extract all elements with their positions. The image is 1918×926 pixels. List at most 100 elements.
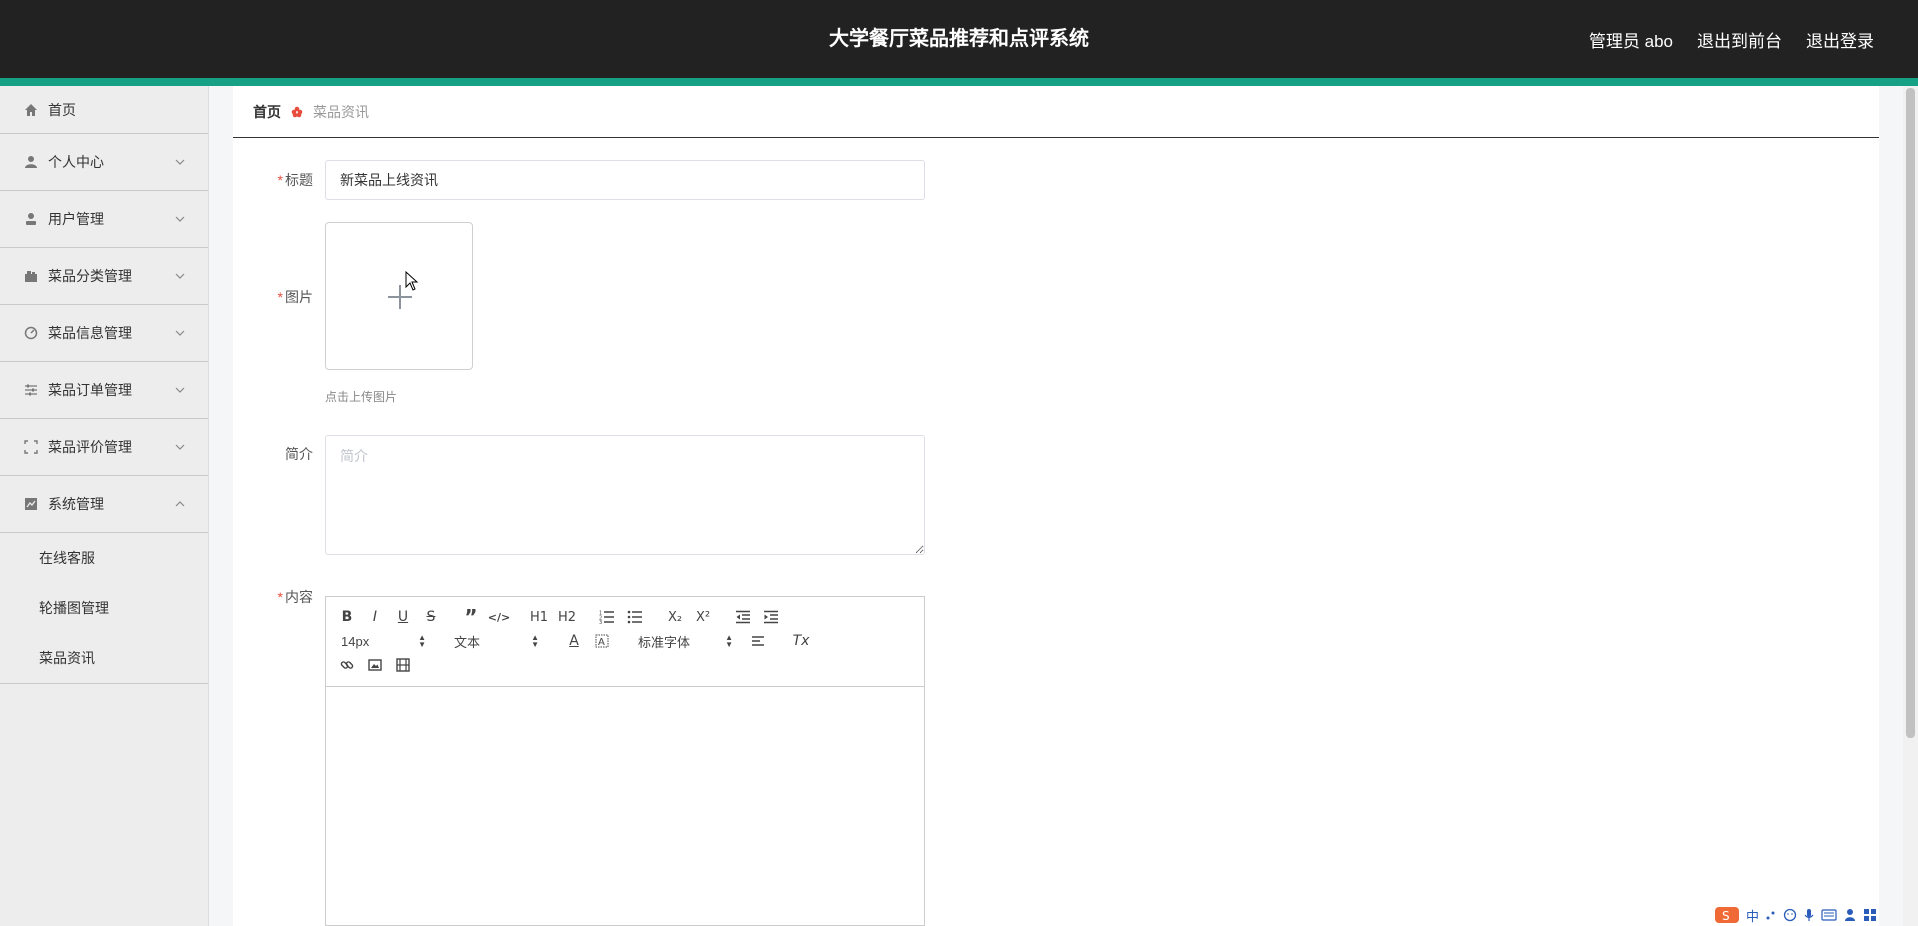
bold-button[interactable]: B	[336, 607, 358, 627]
sidebar-item-category-management[interactable]: 菜品分类管理	[0, 248, 208, 305]
plus-icon-vertical	[399, 285, 401, 309]
image-button[interactable]	[364, 655, 386, 675]
sidebar-item-label: 系统管理	[48, 496, 104, 512]
font-family-value: 标准字体	[638, 634, 691, 650]
svg-text:3: 3	[599, 620, 602, 624]
ime-toolbar: S 中	[1708, 904, 1918, 926]
header-select[interactable]: 文本 ▲ ▼	[454, 631, 539, 651]
chevron-down-icon	[175, 387, 185, 393]
punctuation-icon[interactable]	[1765, 909, 1777, 921]
indent-button[interactable]	[760, 607, 782, 627]
code-block-button[interactable]: </>	[488, 607, 510, 627]
background-color-button[interactable]: A	[591, 631, 613, 651]
video-button[interactable]	[392, 655, 414, 675]
italic-button[interactable]: I	[364, 607, 386, 627]
sidebar-subitem-online-service[interactable]: 在线客服	[0, 533, 208, 583]
chevron-down-icon	[175, 273, 185, 279]
chevron-down-icon	[175, 330, 185, 336]
title-input[interactable]	[325, 160, 925, 200]
chevron-down-icon	[175, 159, 185, 165]
select-arrows-icon: ▲ ▼	[531, 633, 539, 649]
system-submenu: 在线客服 轮播图管理 菜品资讯	[0, 533, 208, 684]
sidebar-item-home[interactable]: 首页	[0, 86, 208, 134]
sidebar-item-label: 首页	[48, 101, 76, 118]
clean-format-button[interactable]: Tx	[790, 631, 812, 651]
logout-link[interactable]: 退出登录	[1806, 27, 1874, 52]
intro-textarea[interactable]	[325, 435, 925, 555]
superscript-button[interactable]: X²	[692, 607, 714, 627]
font-family-select[interactable]: 标准字体 ▲ ▼	[638, 631, 733, 651]
rich-text-editor: B I U S ” </> H1 H2 123 X₂ X² 14px ▲ ▼ 文…	[325, 596, 925, 926]
microphone-icon[interactable]	[1803, 908, 1815, 922]
title-label-text: 标题	[285, 172, 313, 188]
blockquote-button[interactable]: ”	[460, 605, 482, 629]
image-label-text: 图片	[285, 289, 313, 305]
admin-user-label: 管理员 abo	[1588, 31, 1673, 51]
go-front-link[interactable]: 退出到前台	[1697, 27, 1782, 52]
toolbox-icon[interactable]	[1863, 908, 1877, 922]
sidebar-item-label: 菜品分类管理	[48, 268, 132, 284]
bullet-list-button[interactable]	[624, 607, 646, 627]
keyboard-icon[interactable]	[1821, 909, 1837, 921]
chevron-down-icon	[175, 444, 185, 450]
font-size-value: 14px	[341, 633, 370, 649]
align-button[interactable]	[747, 631, 769, 651]
editor-content-area[interactable]	[326, 688, 924, 925]
sidebar: 首页 个人中心 用户管理 菜品分类管理 菜品信息管理 菜品订单管理 菜品评价管理…	[0, 86, 209, 926]
video-icon	[396, 658, 410, 672]
editor-toolbar: B I U S ” </> H1 H2 123 X₂ X² 14px ▲ ▼ 文…	[326, 597, 924, 687]
text-color-button[interactable]: A	[563, 631, 585, 651]
subscript-button[interactable]: X₂	[664, 607, 686, 627]
sidebar-subitem-dish-news[interactable]: 菜品资讯	[0, 633, 208, 683]
sidebar-item-label: 菜品信息管理	[48, 325, 132, 341]
ordered-list-button[interactable]: 123	[596, 607, 618, 627]
chevron-up-icon	[175, 501, 185, 507]
link-icon	[340, 661, 354, 669]
fullscreen-icon	[24, 440, 38, 454]
page-scrollbar[interactable]	[1903, 86, 1918, 926]
indent-icon	[764, 610, 778, 624]
skin-icon[interactable]	[1843, 908, 1857, 922]
sidebar-item-review-management[interactable]: 菜品评价管理	[0, 419, 208, 476]
sidebar-item-label: 菜品订单管理	[48, 382, 132, 398]
background-color-icon: A	[595, 634, 609, 648]
sidebar-item-order-management[interactable]: 菜品订单管理	[0, 362, 208, 419]
upload-hint: 点击上传图片	[325, 390, 398, 404]
required-mark: *	[277, 172, 283, 188]
sidebar-subitem-carousel[interactable]: 轮播图管理	[0, 583, 208, 633]
strike-button[interactable]: S	[420, 607, 442, 627]
sidebar-item-system-management[interactable]: 系统管理	[0, 476, 208, 533]
underline-button[interactable]: U	[392, 607, 414, 627]
breadcrumb-home[interactable]: 首页	[253, 102, 281, 122]
select-arrows-icon: ▲ ▼	[418, 633, 426, 649]
required-mark: *	[277, 589, 283, 605]
svg-text:A: A	[598, 637, 605, 648]
header-accent-line	[0, 78, 1918, 86]
outdent-button[interactable]	[732, 607, 754, 627]
scrollbar-thumb[interactable]	[1906, 88, 1915, 738]
sidebar-item-personal-center[interactable]: 个人中心	[0, 134, 208, 191]
sidebar-item-label: 用户管理	[48, 211, 104, 227]
dashboard-icon	[24, 326, 38, 340]
header1-button[interactable]: H1	[528, 607, 550, 627]
category-icon	[24, 269, 38, 283]
flower-icon	[291, 106, 303, 118]
sidebar-item-user-management[interactable]: 用户管理	[0, 191, 208, 248]
font-size-select[interactable]: 14px ▲ ▼	[341, 631, 426, 651]
user-icon	[24, 155, 38, 169]
image-icon	[368, 659, 382, 671]
emoji-icon[interactable]	[1783, 908, 1797, 922]
link-button[interactable]	[336, 655, 358, 675]
image-label: * 图片	[233, 287, 313, 307]
title-label: * 标题	[233, 170, 313, 190]
ordered-list-icon: 123	[599, 611, 614, 624]
header-links: 管理员 abo 退出到前台 退出登录	[1589, 0, 1874, 78]
bullet-list-icon	[627, 610, 642, 624]
outdent-icon	[736, 610, 750, 624]
align-left-icon	[752, 636, 764, 646]
breadcrumb: 首页 菜品资讯	[233, 86, 1879, 138]
image-upload-button[interactable]	[325, 222, 473, 370]
ime-language[interactable]: 中	[1746, 906, 1759, 925]
header2-button[interactable]: H2	[556, 607, 578, 627]
sidebar-item-dish-info-management[interactable]: 菜品信息管理	[0, 305, 208, 362]
